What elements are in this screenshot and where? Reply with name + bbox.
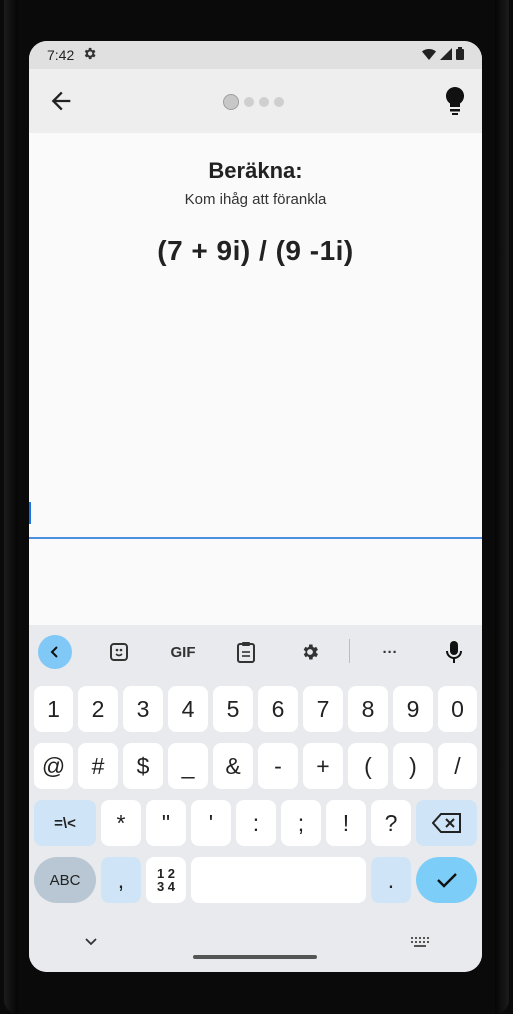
key-2[interactable]: 2 — [78, 686, 118, 732]
progress-dot-active — [223, 94, 239, 110]
exercise-expression: (7 + 9i) / (9 -1i) — [157, 235, 354, 266]
key-9[interactable]: 9 — [393, 686, 433, 732]
chevron-left-icon[interactable] — [38, 635, 72, 669]
sticker-icon[interactable] — [102, 635, 136, 669]
key-ampersand[interactable]: & — [213, 743, 253, 789]
key-period[interactable]: . — [371, 857, 411, 903]
numpad-label-bottom: 3 4 — [156, 879, 176, 894]
key-underscore[interactable]: _ — [168, 743, 208, 789]
toolbar-divider — [349, 639, 350, 663]
keyboard-toolbar: GIF ··· — [29, 625, 482, 677]
key-5[interactable]: 5 — [213, 686, 253, 732]
key-slash[interactable]: / — [438, 743, 477, 789]
key-8[interactable]: 8 — [348, 686, 388, 732]
keyboard-switch-icon[interactable] — [409, 935, 431, 949]
key-asterisk[interactable]: * — [101, 800, 141, 846]
key-single-quote[interactable]: ' — [191, 800, 231, 846]
status-icons — [422, 47, 464, 63]
phone-frame: 7: 4 2 Beräkna: Kom ihåg att förankla (7 +… — [0, 0, 513, 1014]
key-6[interactable]: 6 — [258, 686, 298, 732]
exercise-title: Beräkna: — [208, 158, 303, 183]
lightbulb-hint-icon[interactable] — [444, 86, 466, 116]
clipboard-icon[interactable] — [229, 635, 263, 669]
phone-edge-right — [495, 0, 509, 1014]
chevron-down-icon[interactable] — [81, 935, 101, 949]
key-7[interactable]: 7 — [303, 686, 343, 732]
numpad-key[interactable]: 1 2 3 4 — [146, 857, 186, 903]
key-exclamation[interactable]: ! — [326, 800, 366, 846]
key-dollar[interactable]: $ — [123, 743, 163, 789]
key-1[interactable]: 1 — [34, 686, 73, 732]
key-minus[interactable]: - — [258, 743, 298, 789]
text-cursor — [29, 502, 31, 524]
gif-button[interactable]: GIF — [166, 635, 200, 669]
app-bar — [29, 69, 482, 133]
cell-signal-icon — [440, 47, 452, 63]
key-3[interactable]: 3 — [123, 686, 163, 732]
key-semicolon[interactable]: ; — [281, 800, 321, 846]
abc-key[interactable]: ABC — [34, 857, 96, 903]
key-hash[interactable]: # — [78, 743, 118, 789]
enter-key[interactable] — [416, 857, 477, 903]
key-question[interactable]: ? — [371, 800, 411, 846]
progress-dots — [223, 94, 284, 110]
key-colon[interactable]: : — [236, 800, 276, 846]
gear-icon[interactable] — [293, 635, 327, 669]
status-bar: 7:42 — [29, 41, 482, 69]
settings-status-icon — [82, 46, 97, 65]
exercise-subtitle: Kom ihåg att förankla — [184, 191, 327, 208]
soft-keyboard: GIF ··· 1 2 3 4 5 6 7 8 9 0 @ # $ _ & - … — [29, 625, 482, 972]
backspace-icon — [431, 813, 461, 833]
wifi-icon — [422, 47, 436, 63]
key-close-paren[interactable]: ) — [393, 743, 433, 789]
screen: 7: 4 2 Beräkna: Kom ihåg att förankla (7 +… — [29, 41, 482, 972]
key-symbols-toggle[interactable]: =\< — [34, 800, 96, 846]
more-options-button[interactable]: ··· — [373, 635, 407, 669]
key-0[interactable]: 0 — [438, 686, 477, 732]
battery-icon — [456, 47, 464, 63]
key-double-quote[interactable]: " — [146, 800, 186, 846]
status-time: 7:42 — [47, 47, 75, 63]
progress-dot — [259, 97, 269, 107]
key-4[interactable]: 4 — [168, 686, 208, 732]
backspace-key[interactable] — [416, 800, 477, 846]
checkmark-icon — [436, 873, 457, 888]
back-arrow-icon[interactable] — [47, 87, 75, 115]
key-at[interactable]: @ — [34, 743, 73, 789]
progress-dot — [274, 97, 284, 107]
space-key[interactable] — [191, 857, 366, 903]
microphone-icon[interactable] — [437, 635, 471, 669]
phone-edge-left — [4, 0, 18, 1014]
key-comma[interactable]: , — [101, 857, 141, 903]
key-plus[interactable]: + — [303, 743, 343, 789]
progress-dot — [244, 97, 254, 107]
answer-input[interactable] — [29, 499, 482, 539]
home-gesture-bar[interactable] — [193, 955, 317, 959]
key-open-paren[interactable]: ( — [348, 743, 388, 789]
